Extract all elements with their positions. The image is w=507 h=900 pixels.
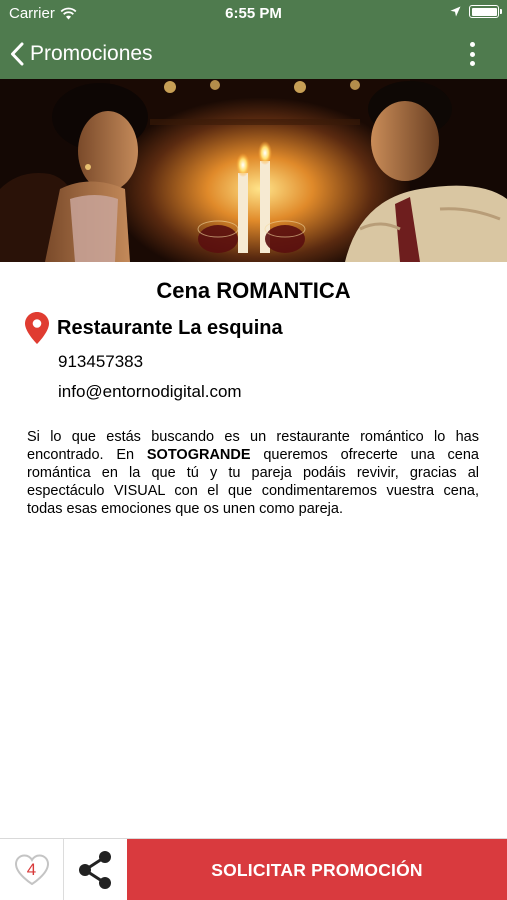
status-indicators bbox=[450, 5, 502, 18]
promotion-image bbox=[0, 79, 507, 262]
restaurant-name: Restaurante La esquina bbox=[57, 316, 283, 339]
back-button[interactable]: Promociones bbox=[10, 28, 153, 79]
restaurant-row[interactable]: Restaurante La esquina bbox=[25, 312, 283, 344]
phone-number[interactable]: 913457383 bbox=[58, 352, 143, 372]
location-arrow-icon bbox=[450, 6, 461, 17]
share-button[interactable] bbox=[64, 839, 126, 900]
battery-icon bbox=[469, 5, 502, 18]
more-options-icon[interactable] bbox=[467, 42, 477, 66]
email-address[interactable]: info@entornodigital.com bbox=[58, 382, 242, 402]
bottom-action-bar: 4 SOLICITAR PROMOCIÓN bbox=[0, 838, 507, 900]
map-pin-icon bbox=[25, 312, 49, 344]
request-promotion-button[interactable]: SOLICITAR PROMOCIÓN bbox=[127, 839, 507, 900]
navigation-bar: Promociones bbox=[0, 28, 507, 79]
back-label: Promociones bbox=[30, 41, 153, 65]
chevron-left-icon bbox=[11, 42, 24, 65]
like-button[interactable]: 4 bbox=[0, 839, 63, 900]
like-count: 4 bbox=[26, 860, 37, 879]
status-bar: Carrier 6:55 PM bbox=[0, 0, 507, 28]
promotion-description: Si lo que estás buscando es un restauran… bbox=[27, 428, 479, 518]
description-highlight: SOTOGRANDE bbox=[146, 447, 251, 463]
status-time: 6:55 PM bbox=[225, 5, 282, 22]
share-icon bbox=[79, 851, 111, 889]
promotion-title: Cena ROMANTICA bbox=[156, 278, 351, 303]
